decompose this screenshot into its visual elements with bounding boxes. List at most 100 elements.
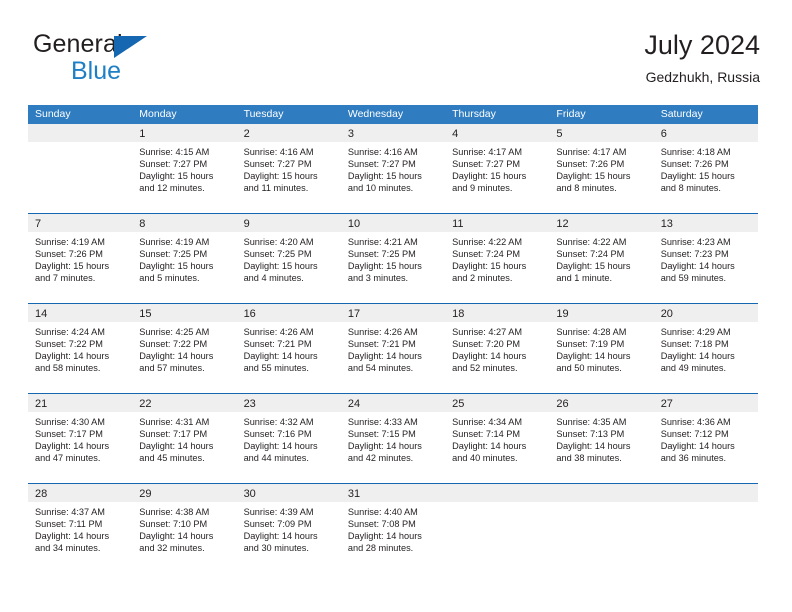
day-cell-2[interactable]: 2 Sunrise: 4:16 AM Sunset: 7:27 PM Daylight… — [236, 124, 341, 213]
day-details: Sunrise: 4:21 AM Sunset: 7:25 PM Daylight:… — [341, 232, 445, 303]
day-cell-27[interactable]: 27 Sunrise: 4:36 AM Sunset: 7:12 PM Dayligh… — [653, 394, 758, 483]
weekday-header-row: Sunday Monday Tuesday Wednesday Thursday Frid… — [28, 105, 758, 124]
day-detail-line: Sunrise: 4:22 AM — [556, 237, 627, 247]
day-cell-31[interactable]: 31 Sunrise: 4:40 AM Sunset: 7:08 PM Dayligh… — [340, 484, 446, 573]
day-number-band: 2 — [236, 124, 341, 142]
day-detail-line: Daylight: 14 hours — [35, 351, 110, 362]
day-detail-line: Sunrise: 4:37 AM — [35, 507, 105, 517]
day-cell-7[interactable]: 7 Sunrise: 4:19 AM Sunset: 7:26 PM Daylight… — [28, 214, 133, 303]
day-cell-22[interactable]: 22 Sunrise: 4:31 AM Sunset: 7:17 PM Dayligh… — [132, 394, 237, 483]
day-cell-28[interactable]: 28 Sunrise: 4:37 AM Sunset: 7:11 PM Dayligh… — [28, 484, 133, 573]
day-detail-line: Sunset: 7:26 PM — [660, 159, 729, 170]
day-cell-29[interactable]: 29 Sunrise: 4:38 AM Sunset: 7:10 PM Dayligh… — [132, 484, 237, 573]
day-details: Sunrise: 4:23 AM Sunset: 7:23 PM Daylight:… — [654, 232, 758, 303]
day-cell-17[interactable]: 17 Sunrise: 4:26 AM Sunset: 7:21 PM Dayligh… — [340, 304, 446, 393]
day-details: Sunrise: 4:22 AM Sunset: 7:24 PM Daylight:… — [445, 232, 549, 303]
day-details: Sunrise: 4:17 AM Sunset: 7:27 PM Daylight:… — [445, 142, 549, 213]
day-detail-line: Daylight: 14 hours — [452, 351, 527, 362]
day-detail-line: and 30 minutes. — [243, 543, 309, 554]
day-details: Sunrise: 4:27 AM Sunset: 7:20 PM Daylight:… — [445, 322, 549, 393]
day-number: 14 — [35, 308, 48, 320]
day-cell-12[interactable]: 12 Sunrise: 4:22 AM Sunset: 7:24 PM Dayligh… — [549, 214, 654, 303]
general-blue-logo[interactable]: General Blue — [33, 32, 223, 88]
day-cell-3[interactable]: 3 Sunrise: 4:16 AM Sunset: 7:27 PM Daylight… — [340, 124, 446, 213]
day-cell-13[interactable]: 13 Sunrise: 4:23 AM Sunset: 7:23 PM Dayligh… — [653, 214, 758, 303]
day-cell-14[interactable]: 14 Sunrise: 4:24 AM Sunset: 7:22 PM Dayligh… — [28, 304, 133, 393]
day-detail-line: Sunrise: 4:40 AM — [347, 507, 418, 517]
day-details: Sunrise: 4:34 AM Sunset: 7:14 PM Daylight:… — [445, 412, 549, 483]
day-details: Sunrise: 4:20 AM Sunset: 7:25 PM Daylight:… — [237, 232, 341, 303]
page-title: July 2024 — [644, 30, 760, 60]
day-cell-30[interactable]: 30 Sunrise: 4:39 AM Sunset: 7:09 PM Dayligh… — [236, 484, 341, 573]
day-number-band: 11 — [445, 214, 550, 232]
day-detail-line: Sunrise: 4:33 AM — [347, 417, 418, 427]
day-detail-line: and 2 minutes. — [452, 273, 513, 284]
day-number: 12 — [556, 218, 569, 230]
day-number-band: 29 — [132, 484, 237, 502]
day-detail-line: Sunrise: 4:16 AM — [243, 147, 314, 157]
day-cell-8[interactable]: 8 Sunrise: 4:19 AM Sunset: 7:25 PM Daylight… — [132, 214, 237, 303]
day-detail-line: Sunset: 7:15 PM — [347, 429, 416, 440]
day-detail-line: Sunset: 7:19 PM — [556, 339, 625, 350]
day-cell-empty — [549, 484, 654, 573]
day-detail-line: Sunrise: 4:27 AM — [452, 327, 523, 337]
day-detail-line: Sunrise: 4:29 AM — [660, 327, 731, 337]
day-number: 6 — [660, 128, 667, 140]
day-detail-line: Daylight: 14 hours — [243, 531, 318, 542]
day-cell-18[interactable]: 18 Sunrise: 4:27 AM Sunset: 7:20 PM Dayligh… — [445, 304, 550, 393]
day-cell-24[interactable]: 24 Sunrise: 4:33 AM Sunset: 7:15 PM Dayligh… — [340, 394, 446, 483]
day-number: 20 — [660, 308, 673, 320]
day-detail-line: Sunrise: 4:38 AM — [139, 507, 210, 517]
day-cell-25[interactable]: 25 Sunrise: 4:34 AM Sunset: 7:14 PM Dayligh… — [445, 394, 550, 483]
day-cell-5[interactable]: 5 Sunrise: 4:17 AM Sunset: 7:26 PM Daylight… — [549, 124, 654, 213]
day-cell-21[interactable]: 21 Sunrise: 4:30 AM Sunset: 7:17 PM Dayligh… — [28, 394, 133, 483]
day-cell-19[interactable]: 19 Sunrise: 4:28 AM Sunset: 7:19 PM Dayligh… — [549, 304, 654, 393]
day-cell-11[interactable]: 11 Sunrise: 4:22 AM Sunset: 7:24 PM Dayligh… — [445, 214, 550, 303]
day-detail-line: and 54 minutes. — [347, 363, 414, 374]
day-detail-line: and 3 minutes. — [347, 273, 409, 284]
day-cell-23[interactable]: 23 Sunrise: 4:32 AM Sunset: 7:16 PM Dayligh… — [236, 394, 341, 483]
day-detail-line: Sunrise: 4:26 AM — [243, 327, 314, 337]
day-detail-line: Sunset: 7:16 PM — [243, 429, 312, 440]
day-detail-line: Sunrise: 4:17 AM — [452, 147, 523, 157]
day-detail-line: Daylight: 14 hours — [660, 441, 735, 452]
day-detail-line: Sunrise: 4:25 AM — [139, 327, 210, 337]
day-detail-line: Sunset: 7:10 PM — [139, 519, 208, 530]
day-number: 7 — [35, 218, 42, 230]
day-detail-line: and 11 minutes. — [243, 183, 309, 194]
day-detail-line: and 59 minutes. — [660, 273, 727, 284]
day-cell-4[interactable]: 4 Sunrise: 4:17 AM Sunset: 7:27 PM Daylight… — [445, 124, 550, 213]
day-cell-9[interactable]: 9 Sunrise: 4:20 AM Sunset: 7:25 PM Daylight… — [236, 214, 341, 303]
day-number: 21 — [35, 398, 48, 410]
day-number: 4 — [452, 128, 459, 140]
day-cell-20[interactable]: 20 Sunrise: 4:29 AM Sunset: 7:18 PM Dayligh… — [653, 304, 758, 393]
day-details — [445, 502, 549, 573]
day-number-band: 28 — [28, 484, 133, 502]
day-number-band — [653, 484, 758, 502]
day-detail-line: Sunset: 7:17 PM — [139, 429, 208, 440]
day-detail-line: and 52 minutes. — [452, 363, 518, 374]
day-number-band: 23 — [236, 394, 341, 412]
day-cell-10[interactable]: 10 Sunrise: 4:21 AM Sunset: 7:25 PM Dayligh… — [340, 214, 446, 303]
day-cell-6[interactable]: 6 Sunrise: 4:18 AM Sunset: 7:26 PM Daylight… — [653, 124, 758, 213]
day-number: 13 — [660, 218, 673, 230]
day-cell-16[interactable]: 16 Sunrise: 4:26 AM Sunset: 7:21 PM Dayligh… — [236, 304, 341, 393]
day-number: 24 — [347, 398, 361, 410]
day-detail-line: Sunrise: 4:39 AM — [243, 507, 314, 517]
day-detail-line: Daylight: 14 hours — [556, 441, 631, 452]
day-details: Sunrise: 4:36 AM Sunset: 7:12 PM Daylight:… — [654, 412, 758, 483]
day-cell-15[interactable]: 15 Sunrise: 4:25 AM Sunset: 7:22 PM Dayligh… — [132, 304, 237, 393]
calendar-week-row: 7 Sunrise: 4:19 AM Sunset: 7:26 PM Daylight… — [28, 213, 758, 303]
day-cell-empty — [445, 484, 550, 573]
day-cell-26[interactable]: 26 Sunrise: 4:35 AM Sunset: 7:13 PM Dayligh… — [549, 394, 654, 483]
day-detail-line: Sunrise: 4:15 AM — [139, 147, 210, 157]
day-detail-line: Sunset: 7:20 PM — [452, 339, 521, 350]
day-cell-1[interactable]: 1 Sunrise: 4:15 AM Sunset: 7:27 PM Daylight… — [132, 124, 237, 213]
day-detail-line: Daylight: 15 hours — [243, 261, 318, 272]
day-number-band: 14 — [28, 304, 133, 322]
day-detail-line: Sunset: 7:21 PM — [243, 339, 312, 350]
location-subtitle: Gedzhukh, Russia — [645, 69, 760, 85]
day-detail-line: Sunrise: 4:17 AM — [556, 147, 627, 157]
day-detail-line: Sunrise: 4:18 AM — [660, 147, 731, 157]
day-detail-line: Daylight: 14 hours — [556, 351, 631, 362]
